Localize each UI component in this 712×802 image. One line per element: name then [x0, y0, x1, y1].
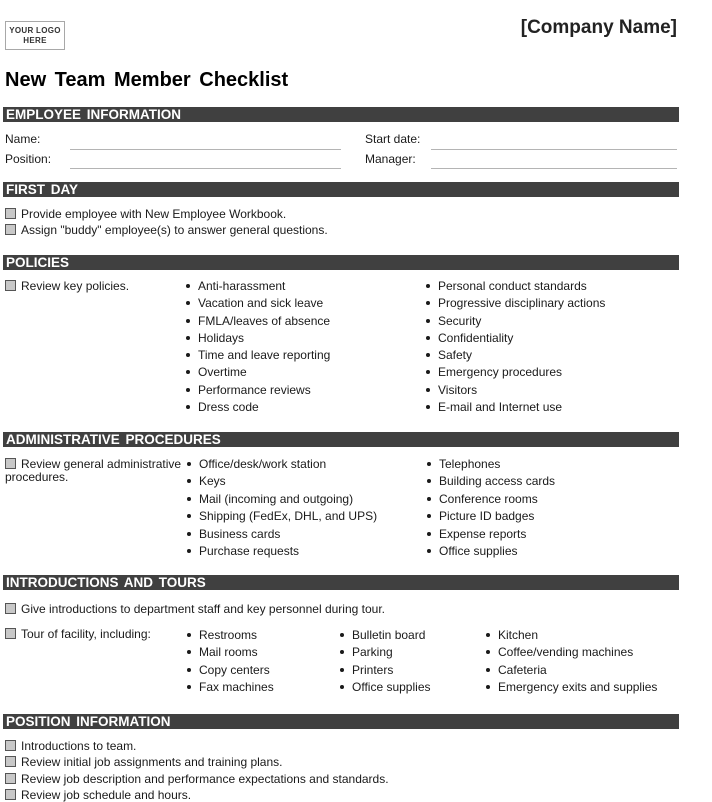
checklist-item[interactable]: Review job schedule and hours.	[5, 788, 191, 802]
checklist-item-label: Review initial job assignments and train…	[21, 755, 283, 769]
list-item: Holidays	[184, 330, 330, 347]
checklist-item[interactable]: Review initial job assignments and train…	[5, 755, 282, 769]
list-item: Telephones	[425, 456, 555, 473]
manager-field[interactable]	[431, 168, 677, 169]
list-item: Bulletin board	[338, 627, 431, 644]
checkbox[interactable]	[5, 603, 16, 614]
list-item: Parking	[338, 644, 431, 661]
checklist-item-label: Tour of facility, including:	[21, 627, 151, 641]
list-item: Office supplies	[338, 679, 431, 696]
list-item: Progressive disciplinary actions	[424, 295, 605, 312]
checklist-item[interactable]: Review general administrative	[5, 457, 181, 471]
list-item: Office supplies	[425, 543, 555, 560]
section-heading-employee-information: EMPLOYEE INFORMATION	[3, 107, 679, 122]
tour-list-col3: Kitchen Coffee/vending machines Cafeteri…	[484, 627, 657, 696]
list-item: Keys	[185, 473, 377, 490]
list-item: Shipping (FedEx, DHL, and UPS)	[185, 508, 377, 525]
checklist-item-label: Review general administrative	[21, 457, 182, 471]
checklist-item[interactable]: Introductions to team.	[5, 739, 136, 753]
list-item: Visitors	[424, 382, 605, 399]
section-heading-policies: POLICIES	[3, 255, 679, 270]
position-field[interactable]	[70, 168, 341, 169]
list-item: Personal conduct standards	[424, 278, 605, 295]
checkbox[interactable]	[5, 628, 16, 639]
list-item: Dress code	[184, 399, 330, 416]
name-field[interactable]	[70, 149, 341, 150]
list-item: E-mail and Internet use	[424, 399, 605, 416]
list-item: Conference rooms	[425, 491, 555, 508]
checklist-item[interactable]: Provide employee with New Employee Workb…	[5, 207, 286, 221]
list-item: Emergency exits and supplies	[484, 679, 657, 696]
list-item: Restrooms	[185, 627, 274, 644]
list-item: Emergency procedures	[424, 364, 605, 381]
policies-list-col2: Personal conduct standards Progressive d…	[424, 278, 605, 416]
list-item: Security	[424, 313, 605, 330]
checklist-item-label: Assign "buddy" employee(s) to answer gen…	[21, 223, 328, 237]
checkbox[interactable]	[5, 224, 16, 235]
list-item: FMLA/leaves of absence	[184, 313, 330, 330]
logo-placeholder: YOUR LOGO HERE	[5, 21, 65, 50]
checklist-item[interactable]: Assign "buddy" employee(s) to answer gen…	[5, 223, 328, 237]
list-item: Cafeteria	[484, 662, 657, 679]
checkbox[interactable]	[5, 280, 16, 291]
admin-list-col2: Telephones Building access cards Confere…	[425, 456, 555, 560]
list-item: Overtime	[184, 364, 330, 381]
checklist-item-label: Review job schedule and hours.	[21, 788, 192, 802]
list-item: Expense reports	[425, 526, 555, 543]
checklist-item-label-continued: procedures.	[5, 470, 69, 484]
position-label: Position:	[5, 152, 52, 166]
checkbox[interactable]	[5, 740, 16, 751]
section-heading-introductions-and-tours: INTRODUCTIONS AND TOURS	[3, 575, 679, 590]
tour-list-col1: Restrooms Mail rooms Copy centers Fax ma…	[185, 627, 274, 696]
checklist-item-label: Give introductions to department staff a…	[21, 602, 385, 616]
checklist-item[interactable]: Review job description and performance e…	[5, 772, 389, 786]
list-item: Vacation and sick leave	[184, 295, 330, 312]
checkbox[interactable]	[5, 773, 16, 784]
page-title: New Team Member Checklist	[5, 69, 289, 91]
list-item: Anti-harassment	[184, 278, 330, 295]
list-item: Copy centers	[185, 662, 274, 679]
list-item: Mail rooms	[185, 644, 274, 661]
policies-list-col1: Anti-harassment Vacation and sick leave …	[184, 278, 330, 416]
list-item: Mail (incoming and outgoing)	[185, 491, 377, 508]
list-item: Fax machines	[185, 679, 274, 696]
list-item: Business cards	[185, 526, 377, 543]
checkbox[interactable]	[5, 208, 16, 219]
checklist-item[interactable]: Review key policies.	[5, 279, 129, 293]
checklist-item-label: Review key policies.	[21, 279, 130, 293]
checklist-item-label: Review job description and performance e…	[21, 772, 389, 786]
list-item: Coffee/vending machines	[484, 644, 657, 661]
manager-label: Manager:	[365, 152, 416, 166]
list-item: Safety	[424, 347, 605, 364]
company-name: [Company Name]	[520, 17, 677, 38]
checkbox[interactable]	[5, 458, 16, 469]
list-item: Purchase requests	[185, 543, 377, 560]
list-item: Printers	[338, 662, 431, 679]
checklist-item[interactable]: Give introductions to department staff a…	[5, 602, 385, 616]
start-date-field[interactable]	[431, 149, 677, 150]
list-item: Kitchen	[484, 627, 657, 644]
list-item: Time and leave reporting	[184, 347, 330, 364]
list-item: Picture ID badges	[425, 508, 555, 525]
list-item: Performance reviews	[184, 382, 330, 399]
section-heading-position-information: POSITION INFORMATION	[3, 714, 679, 729]
checkbox[interactable]	[5, 756, 16, 767]
section-heading-administrative-procedures: ADMINISTRATIVE PROCEDURES	[3, 432, 679, 447]
tour-list-col2: Bulletin board Parking Printers Office s…	[338, 627, 431, 696]
admin-list-col1: Office/desk/work station Keys Mail (inco…	[185, 456, 377, 560]
name-label: Name:	[5, 132, 41, 146]
section-heading-first-day: FIRST DAY	[3, 182, 679, 197]
list-item: Office/desk/work station	[185, 456, 377, 473]
start-date-label: Start date:	[365, 132, 421, 146]
list-item: Confidentiality	[424, 330, 605, 347]
checklist-item-label: Provide employee with New Employee Workb…	[21, 207, 287, 221]
checklist-item[interactable]: Tour of facility, including:	[5, 627, 151, 641]
checklist-item-label: Introductions to team.	[21, 739, 137, 753]
list-item: Building access cards	[425, 473, 555, 490]
